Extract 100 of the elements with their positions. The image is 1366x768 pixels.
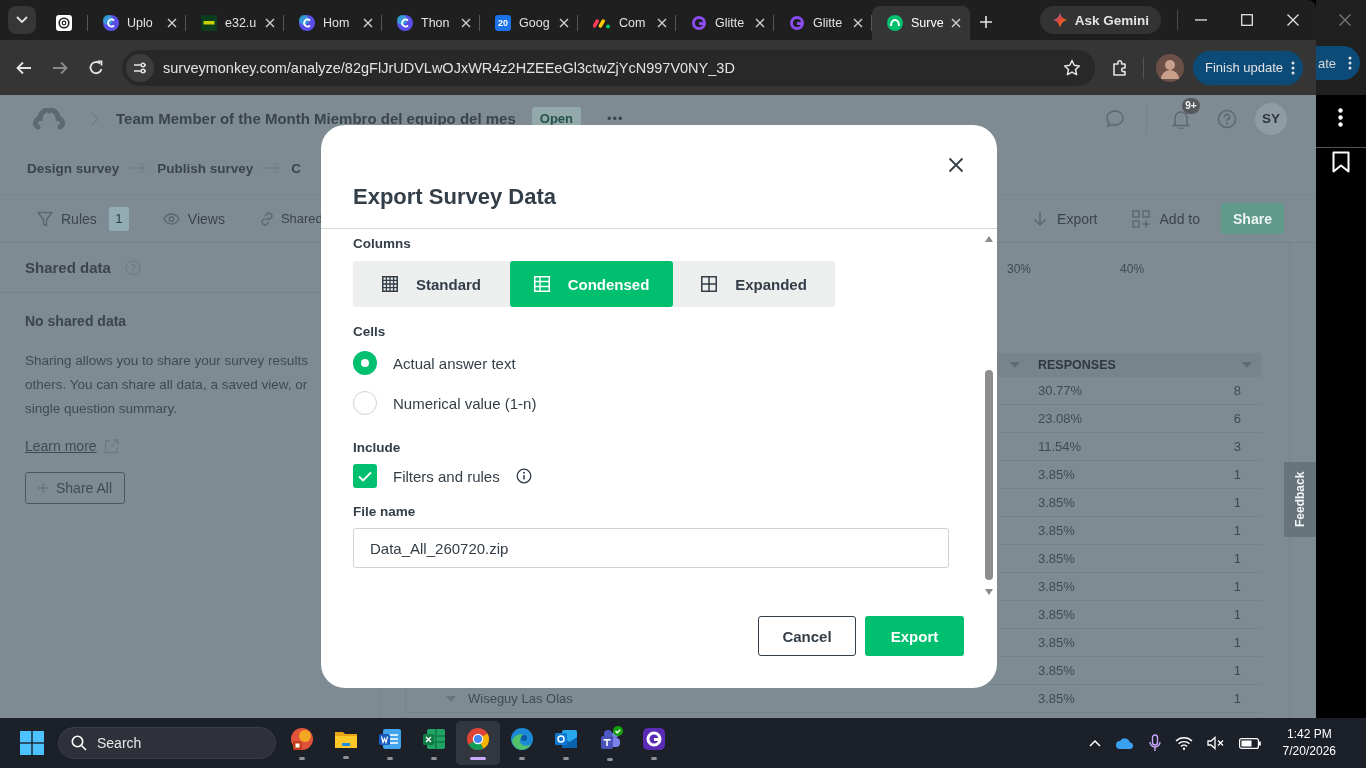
browser-tab[interactable]: Glitte bbox=[676, 6, 774, 40]
table-cell: 1 bbox=[1233, 607, 1241, 622]
star-icon[interactable] bbox=[1063, 58, 1081, 77]
more-icon bbox=[1348, 56, 1352, 70]
more-icon[interactable] bbox=[1338, 108, 1343, 127]
browser-tab[interactable]: Thon bbox=[382, 6, 480, 40]
option-label: Actual answer text bbox=[393, 354, 516, 372]
link-icon bbox=[258, 210, 275, 227]
forward-icon[interactable] bbox=[52, 60, 68, 75]
bookmark-icon[interactable] bbox=[1332, 151, 1350, 173]
browser-tab[interactable]: Uplo bbox=[88, 6, 186, 40]
ring-app-icon[interactable] bbox=[642, 726, 666, 751]
puzzle-icon[interactable] bbox=[1111, 58, 1129, 77]
square-logo-icon bbox=[201, 15, 217, 31]
wifi-icon[interactable] bbox=[1174, 736, 1193, 750]
clock-date[interactable]: 7/20/2026 bbox=[1282, 743, 1336, 760]
browser-app-icon[interactable] bbox=[466, 726, 490, 751]
table-cell: 3.85% bbox=[1038, 663, 1075, 678]
table-cell: 1 bbox=[1233, 495, 1241, 510]
description-line: single question summary. bbox=[25, 400, 179, 418]
axis-label: 40% bbox=[1120, 262, 1145, 276]
site-info-icon[interactable] bbox=[126, 53, 154, 82]
feedback-tab[interactable]: Feedback bbox=[1284, 462, 1316, 537]
spreadsheet-app-icon[interactable] bbox=[422, 726, 446, 751]
ring-logo-icon bbox=[691, 15, 707, 31]
browser-tab[interactable]: 20 Goog bbox=[480, 6, 578, 40]
empty-title: No shared data bbox=[25, 312, 127, 330]
browser-tab[interactable]: Hom bbox=[284, 6, 382, 40]
start-icon[interactable] bbox=[20, 731, 44, 755]
reload-icon[interactable] bbox=[88, 59, 104, 76]
table-cell: 1 bbox=[1233, 467, 1241, 482]
circle-logo-icon bbox=[397, 15, 413, 31]
table-icon bbox=[533, 276, 550, 292]
segment-button[interactable]: Expanded bbox=[673, 261, 835, 307]
count-badge: 1 bbox=[108, 206, 129, 231]
table-cell: 23.08% bbox=[1038, 411, 1083, 426]
new-tab-icon[interactable] bbox=[979, 15, 993, 29]
section-label: Columns bbox=[353, 235, 412, 253]
ring-logo-icon bbox=[789, 15, 805, 31]
browser-tab[interactable]: Com bbox=[578, 6, 676, 40]
close-icon[interactable] bbox=[948, 157, 964, 173]
more-icon bbox=[1291, 60, 1295, 75]
dialog-title: Export Survey Data bbox=[353, 183, 556, 211]
clock-time[interactable]: 1:42 PM bbox=[1286, 726, 1332, 743]
table-cell: 3.85% bbox=[1038, 635, 1075, 650]
check-icon bbox=[358, 470, 372, 482]
document-app-icon[interactable] bbox=[378, 726, 402, 751]
update-button[interactable]: ate bbox=[1316, 46, 1360, 80]
table-cell: 3 bbox=[1233, 439, 1241, 454]
avatar-icon[interactable] bbox=[1156, 53, 1184, 82]
section-label: Cells bbox=[353, 323, 387, 341]
maximize-icon[interactable] bbox=[1241, 14, 1253, 26]
table-cell: 8 bbox=[1233, 383, 1241, 398]
swirl-app-icon[interactable] bbox=[510, 726, 534, 751]
table-cell: 3.85% bbox=[1038, 523, 1075, 538]
muted-speaker-icon[interactable] bbox=[1206, 736, 1225, 750]
circle-logo-icon bbox=[103, 15, 119, 31]
search-field[interactable]: Search bbox=[58, 727, 276, 759]
browser-tab[interactable]: Surve bbox=[872, 6, 970, 40]
cancel-button[interactable]: Cancel bbox=[758, 616, 856, 656]
info-icon[interactable] bbox=[515, 468, 532, 484]
table-cell: 1 bbox=[1233, 691, 1241, 706]
table-cell: 1 bbox=[1233, 523, 1241, 538]
tab-list-button[interactable] bbox=[8, 6, 36, 34]
avatar[interactable]: SY bbox=[1255, 102, 1287, 135]
microphone-icon[interactable] bbox=[1148, 734, 1161, 752]
panel-title: Shared data bbox=[25, 259, 111, 276]
slides-app-icon[interactable] bbox=[290, 726, 314, 751]
table-cell: 3.85% bbox=[1038, 579, 1075, 594]
option-label: Numerical value (1-n) bbox=[393, 394, 537, 412]
checkbox[interactable] bbox=[353, 464, 377, 488]
date-badge: 20 bbox=[495, 15, 511, 31]
option-label: Filters and rules bbox=[393, 467, 500, 485]
file-name-field[interactable]: Data_All_260720.zip bbox=[353, 528, 949, 568]
gemini-button[interactable]: Ask Gemini bbox=[1039, 6, 1161, 34]
back-icon[interactable] bbox=[16, 60, 32, 75]
radio-button[interactable] bbox=[353, 391, 377, 415]
table-cell: Wiseguy Las Olas bbox=[468, 691, 573, 706]
search-icon bbox=[71, 735, 87, 751]
segment-button[interactable]: Standard bbox=[353, 261, 510, 307]
table-cell: 1 bbox=[1233, 551, 1241, 566]
circle-logo-icon bbox=[299, 15, 315, 31]
axis-label: 30% bbox=[1007, 262, 1032, 276]
chevron-up-icon[interactable] bbox=[1088, 739, 1101, 747]
grid-icon bbox=[382, 276, 398, 292]
radio-button[interactable] bbox=[353, 351, 377, 375]
browser-tab[interactable]: Glitte bbox=[774, 6, 872, 40]
cloud-icon[interactable] bbox=[1114, 736, 1135, 750]
toolbar-button[interactable]: Rules 1 bbox=[37, 206, 129, 231]
update-button[interactable]: Finish update bbox=[1193, 50, 1303, 85]
survey-title: Team Member of the Month Miembro del equipo del mes bbox=[116, 110, 516, 127]
sparkle-icon bbox=[1051, 12, 1068, 28]
active-app-tile[interactable] bbox=[456, 721, 500, 765]
address-field[interactable]: surveymonkey.com/analyze/82gFlJrUDVLwOJxWR4z2HZEEeGl3ctwZjYcN997V0NY_3D bbox=[122, 49, 1095, 86]
grid-plus-icon bbox=[1131, 209, 1150, 228]
battery-icon[interactable] bbox=[1238, 737, 1261, 749]
section-label: File name bbox=[353, 503, 417, 521]
table-cell: 3.85% bbox=[1038, 467, 1075, 482]
browser-tab[interactable]: e32.u bbox=[186, 6, 284, 40]
chevron-down-icon bbox=[16, 16, 28, 24]
